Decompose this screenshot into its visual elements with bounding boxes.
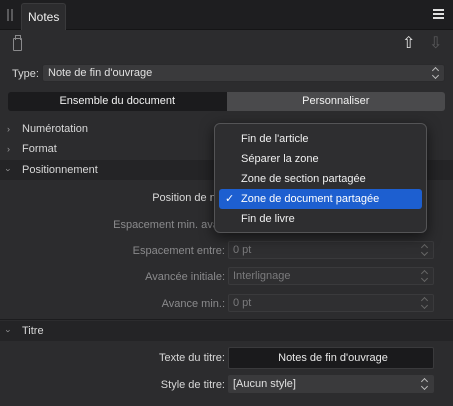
avance-min-label: Avance min.: — [161, 298, 225, 310]
section-label: Numérotation — [22, 123, 89, 135]
document-icon[interactable] — [13, 35, 22, 51]
segment-ensemble-du-document[interactable]: Ensemble du document — [8, 92, 227, 111]
type-label: Type: — [12, 68, 39, 80]
espacement-entre-value: 0 pt — [233, 244, 252, 256]
menu-item-fin-de-l-article[interactable]: Fin de l'article — [219, 129, 422, 149]
move-down-arrow-icon[interactable]: ⇩ — [429, 36, 442, 52]
section-label: Titre — [22, 325, 44, 337]
chevron-down-icon: › — [3, 168, 14, 172]
avance-min-value: 0 pt — [233, 297, 252, 309]
chevron-down-icon: › — [3, 329, 14, 333]
select-stepper-icon — [421, 378, 428, 390]
espacement-min-label: Espacement min. avan — [113, 219, 225, 231]
chevron-right-icon: › — [7, 124, 10, 134]
menu-item-zone-de-document-partagee[interactable]: ✓ Zone de document partagée — [219, 189, 422, 209]
type-select[interactable]: Note de fin d'ouvrage — [42, 64, 445, 82]
scope-segmented-control: Ensemble du document Personnaliser — [8, 92, 445, 111]
espacement-entre-label: Espacement entre: — [132, 245, 225, 257]
panel-titlebar: Notes — [0, 0, 453, 30]
chevron-right-icon: › — [7, 144, 10, 154]
section-label: Positionnement — [22, 164, 98, 176]
field-stepper-icon[interactable] — [421, 297, 428, 309]
field-stepper-icon[interactable] — [421, 244, 428, 256]
menu-item-label: Zone de document partagée — [241, 193, 380, 205]
avancee-initiale-select[interactable]: Interlignage — [228, 267, 434, 285]
move-up-arrow-icon[interactable]: ⇧ — [402, 36, 415, 52]
drag-grip-icon[interactable] — [7, 9, 13, 21]
tab-notes[interactable]: Notes — [21, 3, 67, 30]
menu-item-fin-de-livre[interactable]: Fin de livre — [219, 209, 422, 229]
section-label: Format — [22, 143, 57, 155]
avance-min-field[interactable]: 0 pt — [228, 294, 434, 312]
style-de-titre-label: Style de titre: — [160, 379, 225, 391]
divider — [0, 319, 453, 320]
style-de-titre-select[interactable]: [Aucun style] — [228, 375, 434, 393]
select-stepper-icon — [432, 67, 439, 79]
notes-panel: Notes ⇧ ⇩ Type: Note de fin d'ouvrage En… — [0, 0, 453, 406]
field-stepper-icon — [421, 270, 428, 282]
checkmark-icon: ✓ — [225, 193, 235, 205]
section-titre[interactable]: › Titre — [0, 321, 453, 341]
menu-item-separer-la-zone[interactable]: Séparer la zone — [219, 149, 422, 169]
avancee-initiale-value: Interlignage — [233, 270, 291, 282]
menu-item-zone-de-section-partagee[interactable]: Zone de section partagée — [219, 169, 422, 189]
hamburger-menu-icon[interactable] — [433, 9, 444, 19]
style-de-titre-value: [Aucun style] — [233, 378, 296, 390]
espacement-entre-field[interactable]: 0 pt — [228, 241, 434, 259]
segment-personnaliser[interactable]: Personnaliser — [226, 92, 445, 111]
position-de-note-dropdown-menu: Fin de l'article Séparer la zone Zone de… — [214, 123, 427, 233]
avancee-initiale-label: Avancée initiale: — [145, 271, 225, 283]
texte-du-titre-input[interactable]: Notes de fin d'ouvrage — [228, 347, 434, 369]
texte-du-titre-label: Texte du titre: — [158, 352, 225, 364]
type-select-value: Note de fin d'ouvrage — [48, 67, 153, 79]
